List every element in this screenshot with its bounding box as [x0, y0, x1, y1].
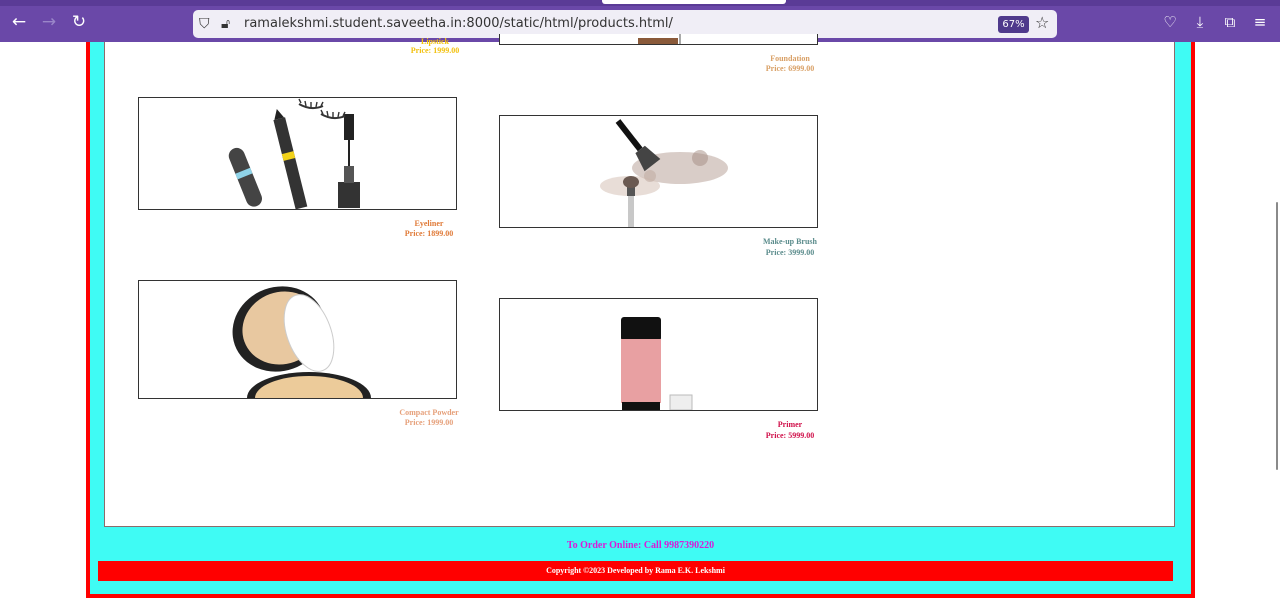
product-name-makeup-brush: Make-up Brush [762, 237, 817, 246]
copyright-text: Copyright ©2023 Developed by Rama E.K. L… [546, 566, 725, 575]
product-price-primer: Price: 5999.00 [765, 431, 815, 440]
product-name-compact-powder: Compact Powder [399, 408, 459, 417]
download-icon[interactable]: ⤓ [1190, 12, 1210, 32]
product-image-compact-powder[interactable] [138, 280, 457, 399]
shield-icon[interactable]: ⛉ [199, 14, 210, 34]
makeup-brush-illustration [600, 119, 728, 227]
lock-insecure-icon[interactable]: 🔓︎ [221, 14, 230, 34]
product-price-makeup-brush: Price: 3999.00 [765, 248, 815, 257]
product-image-eyeliner[interactable] [138, 97, 457, 210]
page-frame: Lipstick Price: 1999.00 Foundation Price… [86, 34, 1195, 598]
back-icon[interactable]: ← [9, 12, 29, 32]
bookmark-star-icon[interactable]: ☆ [1035, 13, 1049, 32]
scrollbar-thumb[interactable] [1276, 202, 1278, 470]
product-image-foundation[interactable] [499, 34, 818, 45]
url-text[interactable]: ramalekshmi.student.saveetha.in:8000/sta… [244, 16, 673, 31]
product-price-foundation: Price: 6999.00 [765, 64, 815, 73]
active-tab[interactable] [602, 0, 786, 4]
primer-illustration [621, 317, 693, 410]
pocket-icon[interactable]: ♡ [1160, 12, 1180, 32]
eyeliner-illustration [228, 98, 360, 209]
copyright-bar: Copyright ©2023 Developed by Rama E.K. L… [98, 561, 1173, 581]
extensions-icon[interactable]: ⧉ [1220, 12, 1240, 32]
product-image-makeup-brush[interactable] [499, 115, 818, 228]
product-name-lipstick: Lipstick [420, 37, 449, 46]
reload-icon[interactable]: ↻ [69, 12, 89, 32]
product-name-primer: Primer [777, 420, 803, 429]
menu-icon[interactable]: ≡ [1250, 12, 1270, 32]
product-price-eyeliner: Price: 1899.00 [404, 229, 454, 238]
product-price-compact-powder: Price: 1999.00 [404, 418, 454, 427]
product-image-primer[interactable] [499, 298, 818, 411]
product-name-eyeliner: Eyeliner [414, 219, 444, 228]
zoom-level-badge[interactable]: 67% [998, 16, 1029, 33]
product-name-foundation: Foundation [770, 54, 810, 63]
page-scrollbar[interactable] [1274, 42, 1280, 604]
forward-icon[interactable]: → [39, 12, 59, 32]
products-area: Lipstick Price: 1999.00 Foundation Price… [104, 34, 1175, 527]
compact-powder-illustration [232, 286, 371, 398]
order-online-text: To Order Online: Call 9987390220 [566, 540, 715, 551]
product-price-lipstick: Price: 1999.00 [410, 46, 460, 55]
